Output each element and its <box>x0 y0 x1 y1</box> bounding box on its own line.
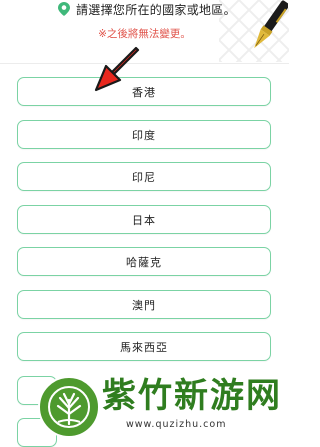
option-india[interactable]: 印度 <box>17 120 271 149</box>
option-japan[interactable]: 日本 <box>17 205 271 234</box>
option-kazakhstan[interactable]: 哈薩克 <box>17 247 271 276</box>
tree-icon <box>48 386 90 428</box>
header: 請選擇您所在的國家或地區。 ※之後將無法變更。 <box>0 0 289 62</box>
option-malaysia[interactable]: 馬來西亞 <box>17 332 271 361</box>
location-pin-icon <box>58 2 70 16</box>
watermark-url: www.quzizhu.com <box>126 419 227 430</box>
watermark: 紫竹新游网 www.quzizhu.com <box>38 374 289 438</box>
option-hong-kong[interactable]: 香港 <box>17 77 271 106</box>
watermark-logo-icon <box>38 376 100 438</box>
fountain-pen-icon <box>254 0 288 49</box>
red-arrow-icon <box>94 46 140 92</box>
prompt-title: 請選擇您所在的國家或地區。 <box>76 2 236 17</box>
watermark-name: 紫竹新游网 <box>102 376 282 416</box>
option-indonesia[interactable]: 印尼 <box>17 162 271 191</box>
option-macau[interactable]: 澳門 <box>17 290 271 319</box>
title-row: 請選擇您所在的國家或地區。 <box>58 0 236 18</box>
